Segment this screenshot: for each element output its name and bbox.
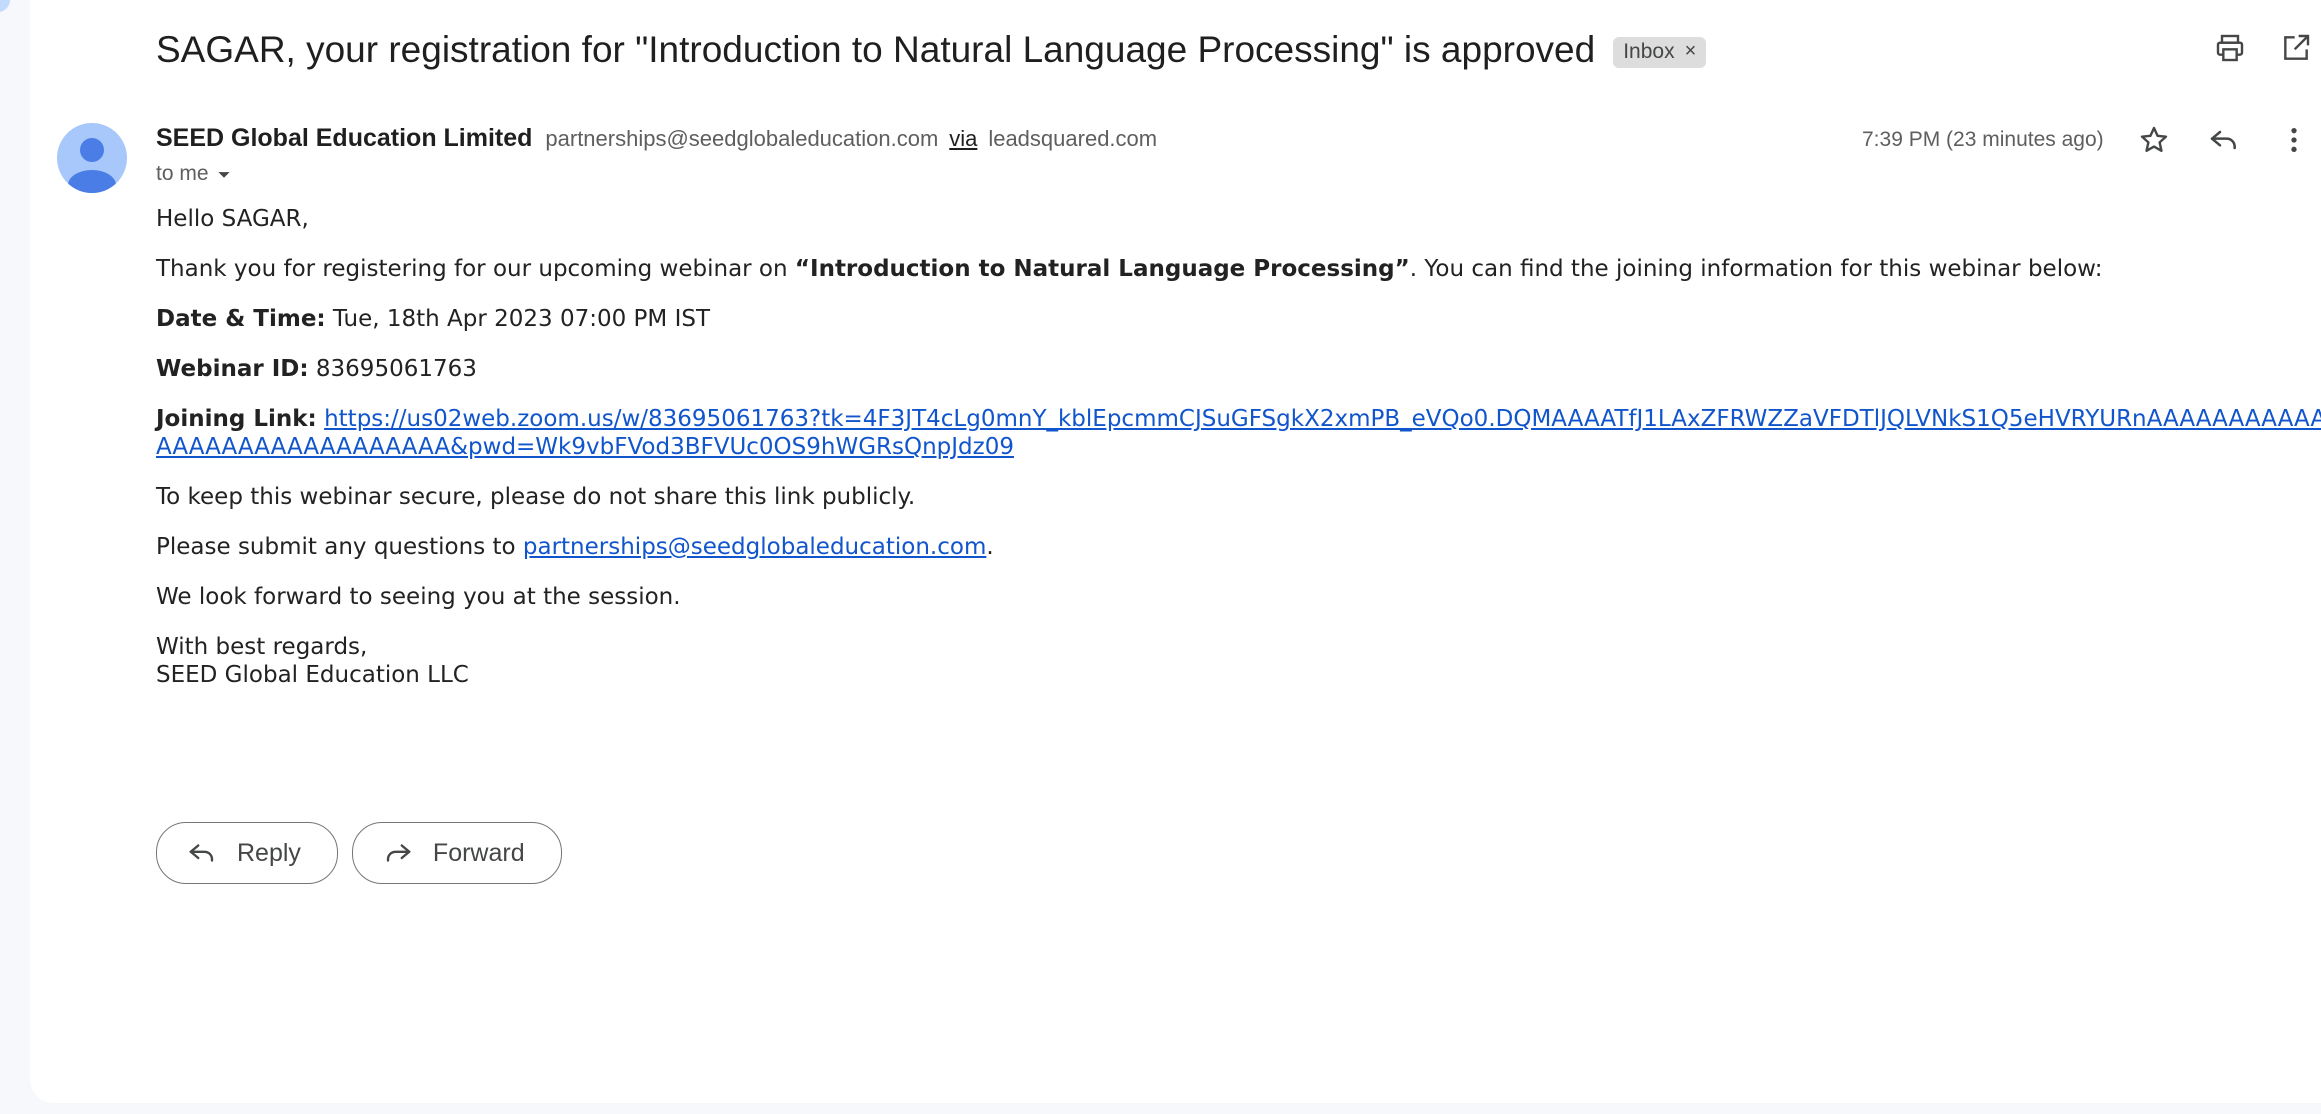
chevron-down-icon bbox=[217, 162, 231, 186]
side-indicator bbox=[0, 0, 10, 12]
datetime-value: Tue, 18th Apr 2023 07:00 PM IST bbox=[325, 306, 711, 332]
email-view-page: SAGAR, your registration for "Introducti… bbox=[0, 0, 2321, 1114]
inbox-label-chip[interactable]: Inbox × bbox=[1613, 36, 1707, 68]
reply-icon bbox=[189, 844, 214, 862]
recipient-label: to me bbox=[156, 162, 209, 185]
sender-line: SEED Global Education Limited partnershi… bbox=[156, 124, 1157, 153]
datetime-line: Date & Time: Tue, 18th Apr 2023 07:00 PM… bbox=[156, 305, 2321, 333]
print-icon[interactable] bbox=[2212, 30, 2248, 66]
reply-button-label: Reply bbox=[237, 838, 301, 867]
forward-button[interactable]: Forward bbox=[351, 822, 562, 884]
questions-email-link[interactable]: partnerships@seedglobaleducation.com bbox=[523, 534, 986, 560]
via-link[interactable]: via bbox=[949, 126, 977, 151]
regards-line: With best regards, bbox=[156, 634, 368, 660]
webinar-id-line: Webinar ID: 83695061763 bbox=[156, 355, 2321, 383]
sender-email: partnerships@seedglobaleducation.com bbox=[545, 126, 939, 151]
webinar-id-label: Webinar ID: bbox=[156, 356, 309, 382]
webinar-id-value: 83695061763 bbox=[308, 356, 477, 382]
reply-icon[interactable] bbox=[2206, 122, 2242, 158]
sender-name[interactable]: SEED Global Education Limited bbox=[156, 124, 532, 152]
datetime-label: Date & Time: bbox=[156, 306, 326, 332]
intro-text-end: . You can find the joining information f… bbox=[1409, 256, 2103, 282]
greeting: Hello SAGAR, bbox=[156, 206, 309, 232]
reply-forward-actions: Reply Forward bbox=[156, 822, 562, 884]
joining-link[interactable]: https://us02web.zoom.us/w/83695061763?tk… bbox=[156, 406, 2321, 460]
subject-row: SAGAR, your registration for "Introducti… bbox=[156, 22, 1707, 78]
message-actions bbox=[2136, 122, 2312, 158]
inbox-label-text: Inbox bbox=[1623, 39, 1675, 63]
intro-text: Thank you for registering for our upcomi… bbox=[156, 256, 795, 282]
reply-button[interactable]: Reply bbox=[156, 822, 338, 884]
signature-line: SEED Global Education LLC bbox=[156, 662, 469, 688]
signature-block: With best regards, SEED Global Education … bbox=[156, 633, 2321, 689]
email-timestamp: 7:39 PM (23 minutes ago) bbox=[1862, 128, 2104, 151]
recipient-dropdown[interactable]: to me bbox=[156, 162, 231, 186]
via-domain: leadsquared.com bbox=[988, 126, 1158, 151]
questions-end: . bbox=[986, 534, 994, 560]
intro-paragraph: Thank you for registering for our upcomi… bbox=[156, 255, 2321, 283]
questions-text: Please submit any questions to bbox=[156, 534, 523, 560]
questions-line: Please submit any questions to partnersh… bbox=[156, 533, 2321, 561]
webinar-title: “Introduction to Natural Language Proces… bbox=[794, 256, 1410, 282]
sender-avatar[interactable] bbox=[57, 123, 127, 193]
open-in-new-window-icon[interactable] bbox=[2278, 30, 2314, 66]
joining-link-label: Joining Link: bbox=[156, 406, 317, 432]
remove-label-icon[interactable]: × bbox=[1685, 40, 1697, 63]
forward-icon bbox=[386, 844, 411, 862]
email-subject: SAGAR, your registration for "Introducti… bbox=[156, 29, 1596, 70]
joining-link-line: Joining Link: https://us02web.zoom.us/w/… bbox=[156, 405, 2321, 461]
secure-note: To keep this webinar secure, please do n… bbox=[156, 484, 916, 510]
email-card: SAGAR, your registration for "Introducti… bbox=[30, 0, 2321, 1103]
forward-button-label: Forward bbox=[432, 838, 525, 867]
top-actions bbox=[2212, 30, 2314, 66]
star-icon[interactable] bbox=[2136, 122, 2172, 158]
look-forward-line: We look forward to seeing you at the ses… bbox=[156, 584, 681, 610]
more-vert-icon[interactable] bbox=[2276, 122, 2312, 158]
email-body: Hello SAGAR, Thank you for registering f… bbox=[156, 205, 2321, 711]
